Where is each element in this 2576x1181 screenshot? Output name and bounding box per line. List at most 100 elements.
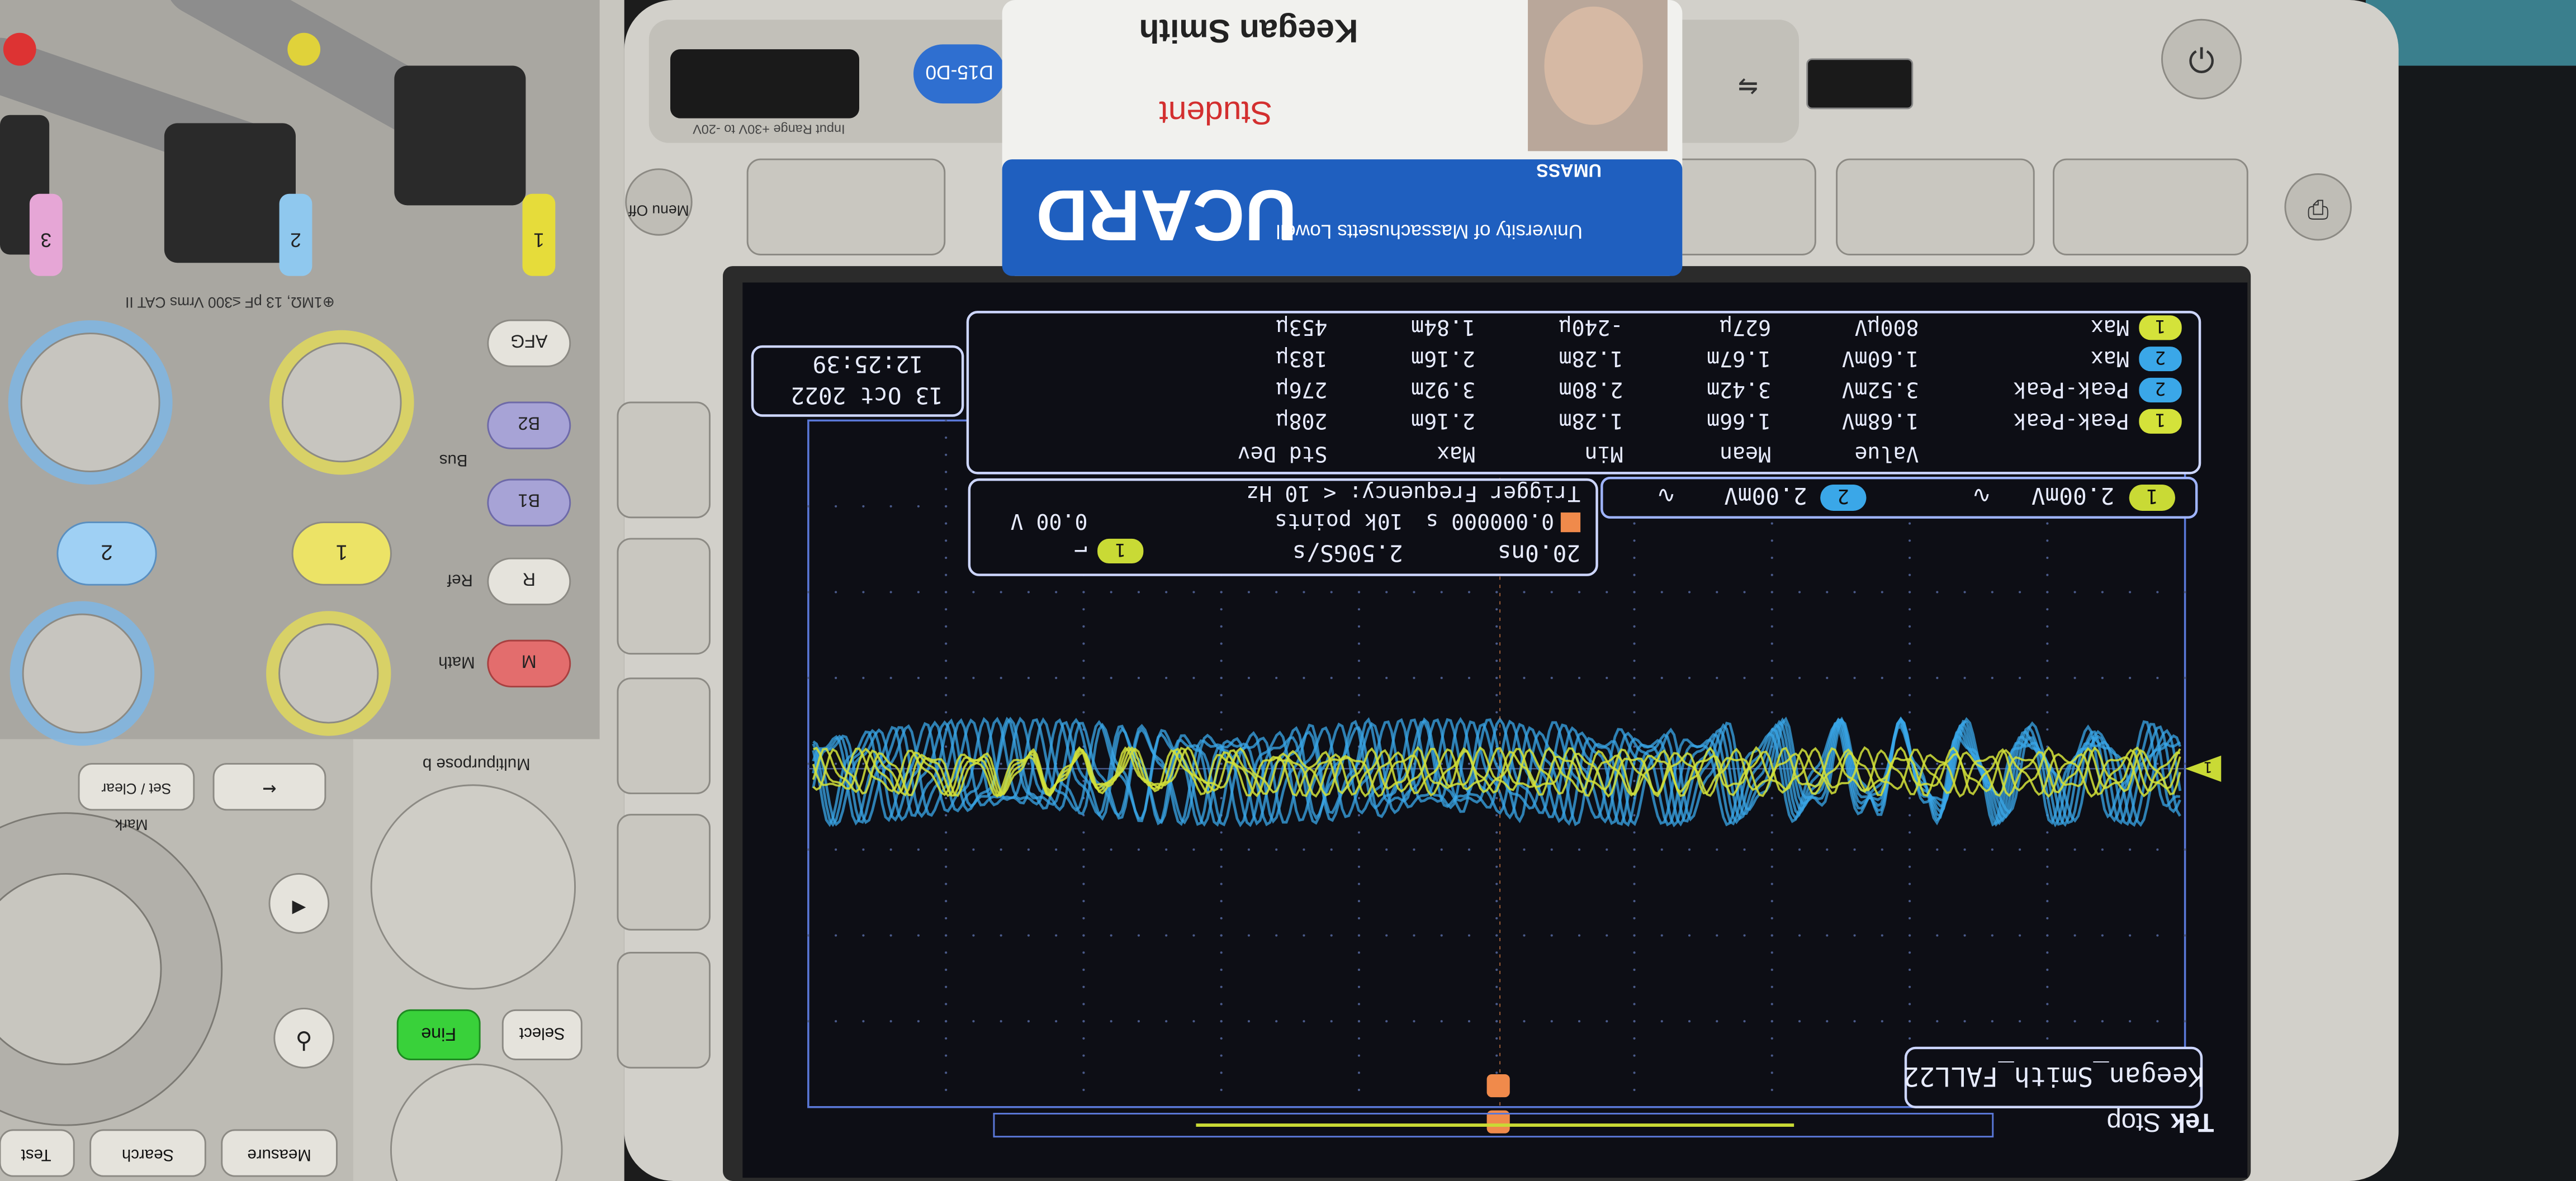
softkey-top-7[interactable] (2053, 158, 2248, 255)
trigger-source: 1 (1115, 539, 1126, 561)
probe-input-spec: ⊕1MΩ, 13 pF ≤300 Vrms CAT II (125, 294, 335, 311)
meas-cell: 1.28m (1559, 409, 1623, 433)
softkey-top-1[interactable] (746, 158, 946, 255)
meas-header-3: Max (1437, 441, 1475, 466)
trigger-frequency: Trigger Frequency: < 10 Hz (1246, 481, 1580, 505)
multipurpose-knob[interactable] (370, 784, 576, 990)
meas-cell: 1.68mV (1842, 409, 1919, 433)
softkey-side-1[interactable] (617, 401, 711, 519)
trigger-position-marker (1486, 1074, 1510, 1098)
print-icon: ⎙ (2308, 195, 2329, 225)
meas-cell: -240µ (1559, 315, 1623, 339)
search-label: Search (122, 1146, 174, 1164)
meas-header-1: Mean (1720, 441, 1771, 466)
meas-cell: 276µ (1276, 377, 1328, 402)
digital-input-label: D15-D0 (926, 61, 993, 83)
ch1-scale-knob[interactable] (278, 623, 379, 724)
meas-cell: 3.92m (1411, 377, 1475, 402)
ch1-tag-label: 1 (533, 229, 544, 250)
meas-row-channel: 1 (2155, 410, 2166, 431)
id-role: Student (1159, 94, 1272, 131)
meas-row-name: Max (2091, 315, 2129, 339)
meas-header-0: Value (1855, 441, 1919, 466)
math-button-letter: M (522, 652, 537, 672)
softkey-side-3[interactable] (617, 677, 711, 794)
b1-label: B1 (518, 491, 541, 511)
id-university: University of Massachusetts Lowell (1276, 221, 1583, 243)
id-card: Keegan Smith Student UCARD University of… (1002, 0, 1683, 276)
ch2-coupling-icon: ∿ (1656, 482, 1675, 509)
menu-off-label: Menu Off (628, 202, 689, 219)
meas-cell: 1.67m (1707, 346, 1771, 371)
softkey-side-2[interactable] (617, 538, 711, 655)
id-name: Keegan Smith (1139, 12, 1358, 49)
meas-cell: 1.60mV (1842, 346, 1919, 371)
measure-label: Measure (247, 1146, 311, 1164)
meas-cell: 183µ (1276, 346, 1328, 371)
ch1-button-label: 1 (336, 540, 348, 565)
mark-label: Mark (115, 816, 148, 833)
input-range-label: Input Range +30V to -20V (693, 122, 845, 136)
meas-cell: 2.16m (1411, 346, 1475, 371)
math-label: Math (438, 653, 475, 672)
meas-cell: 1.84m (1411, 315, 1475, 339)
meas-cell: 208µ (1276, 409, 1328, 433)
photo-stage: D15-D0 Input Range +30V to -20V ⇋ ⏻ ⎙ Me… (0, 0, 2576, 1181)
meas-cell: 453µ (1276, 315, 1328, 339)
brand: Tek (2170, 1108, 2214, 1138)
meas-row-name: Max (2091, 346, 2129, 371)
ch3-tag-label: 3 (40, 229, 51, 250)
arrow-right-icon: → (263, 774, 277, 800)
stop-status: Stop (2107, 1108, 2161, 1138)
ref-button-letter: R (523, 570, 536, 590)
softkey-side-4[interactable] (617, 814, 711, 931)
ch1-scale: 2.00mV (2032, 482, 2115, 509)
meas-cell: 627µ (1720, 315, 1771, 339)
meas-cell: 800µV (1855, 315, 1919, 339)
meas-cell: 1.66m (1707, 409, 1771, 433)
softkey-top-6[interactable] (1836, 158, 2035, 255)
fine-label: Fine (421, 1025, 456, 1045)
bus-label: Bus (439, 451, 468, 469)
photo-svg: D15-D0 Input Range +30V to -20V ⇋ ⏻ ⎙ Me… (0, 0, 2576, 1181)
ch2-scale: 2.00mV (1724, 482, 1807, 509)
ch2-position-knob[interactable] (20, 333, 160, 472)
waveform-label: Keegan_Smith_FALL22 (1903, 1061, 2204, 1092)
meas-cell: 2.80m (1559, 377, 1623, 402)
trigger-position: 0.000000 s (1426, 509, 1554, 533)
usb-port[interactable] (1806, 58, 1914, 110)
meas-cell: 3.52mV (1842, 377, 1919, 402)
id-photo-face (1544, 6, 1643, 125)
magnify-icon: ⚲ (296, 1027, 312, 1054)
meas-row-name: Peak-Peak (2014, 409, 2129, 433)
ch2-badge-label: 2 (1838, 485, 1849, 508)
ch2-scale-knob[interactable] (22, 613, 143, 734)
b2-label: B2 (518, 413, 541, 433)
trigger-slope-icon: ⌐ (1074, 537, 1088, 563)
id-card-name: UCARD (1036, 175, 1297, 255)
power-icon: ⏻ (2189, 41, 2214, 80)
meas-row-channel: 2 (2155, 347, 2166, 368)
meas-row-channel: 1 (2155, 316, 2166, 337)
trigger-level: 0.00 V (1011, 509, 1088, 533)
ch1-coupling-icon: ∿ (1972, 482, 1991, 509)
ref-label: Ref (447, 571, 473, 590)
ch2-button-label: 2 (101, 540, 112, 565)
meas-header-2: Min (1585, 441, 1623, 466)
usb-icon: ⇋ (1738, 64, 1758, 103)
select-label: Select (519, 1025, 565, 1043)
ch1-badge-label: 1 (2146, 485, 2158, 508)
trigger-pos-icon (1560, 512, 1581, 533)
meas-cell: 1.28m (1559, 346, 1623, 371)
softkey-side-5[interactable] (617, 952, 711, 1069)
umass-logo: UMASS (1536, 160, 1602, 181)
multipurpose-label: Multipurpose b (423, 755, 531, 774)
ch1-level-marker-label: 1 (2204, 758, 2213, 776)
meas-row-name: Peak-Peak (2014, 377, 2129, 402)
digital-input-port (670, 49, 859, 118)
ch2-bnc[interactable] (164, 123, 296, 263)
meas-cell: 3.42m (1707, 377, 1771, 402)
ch1-bnc[interactable] (394, 65, 526, 206)
ch1-position-knob[interactable] (282, 342, 402, 463)
record-length: 10k points (1275, 509, 1403, 533)
